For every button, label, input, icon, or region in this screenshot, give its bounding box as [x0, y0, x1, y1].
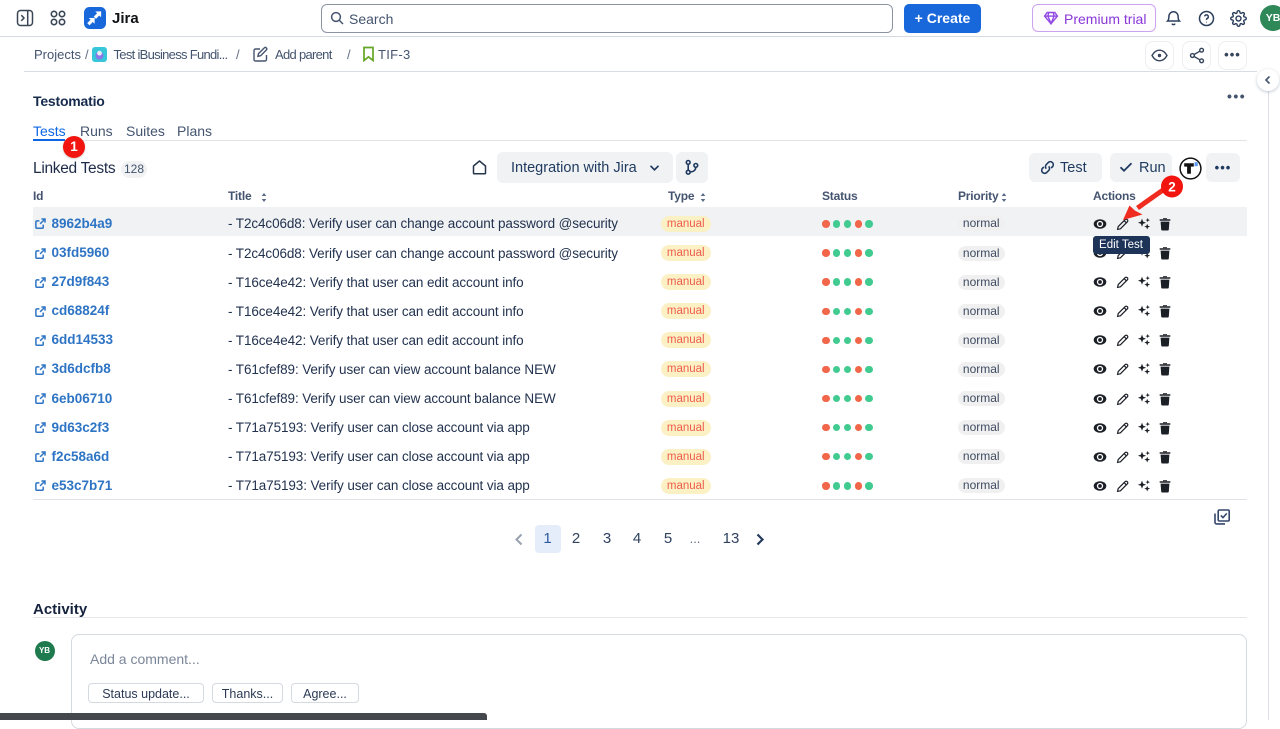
svg-text:2: 2	[1168, 180, 1176, 195]
